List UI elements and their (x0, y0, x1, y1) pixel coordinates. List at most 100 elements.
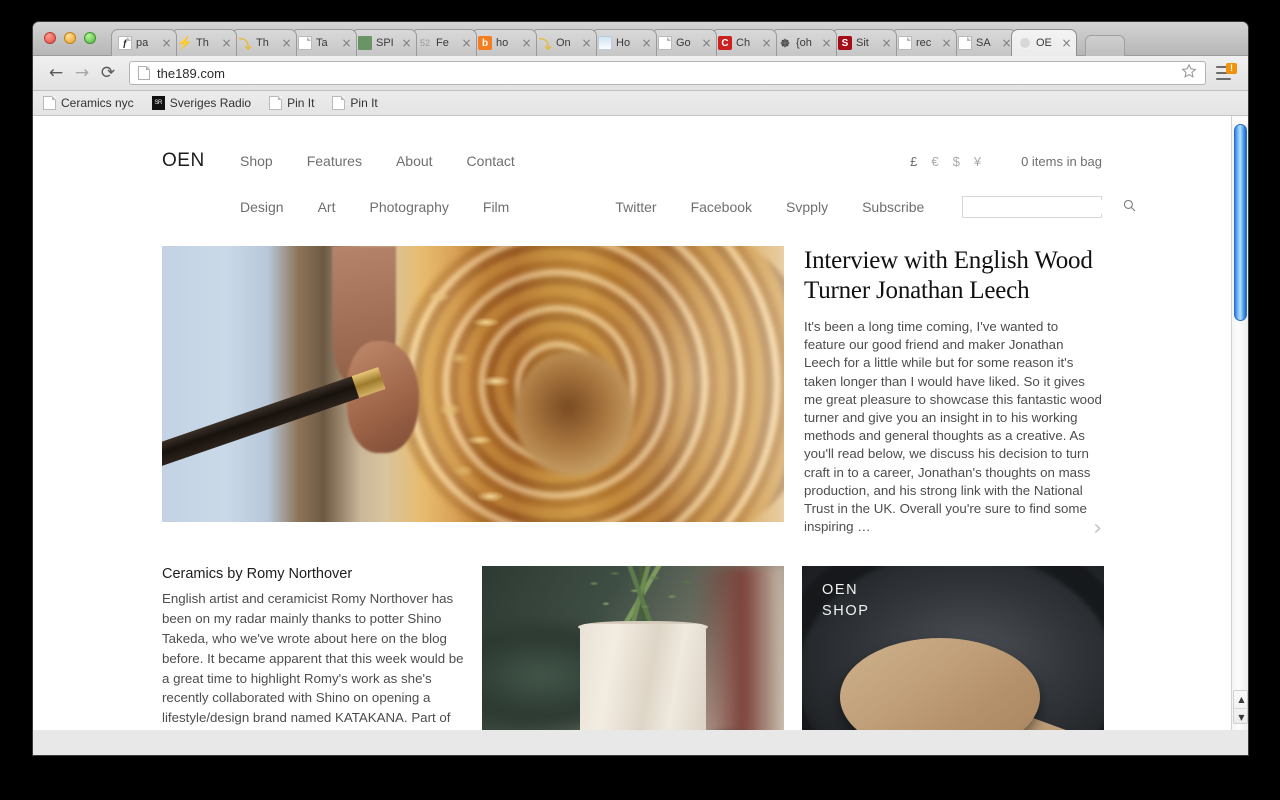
browser-tab[interactable]: SPI × (351, 29, 417, 56)
category-item-art[interactable]: Art (318, 199, 336, 215)
tab-close-icon[interactable]: × (461, 36, 472, 50)
scroll-up-arrow-icon[interactable]: ▲ (1234, 691, 1248, 708)
search-box[interactable] (962, 196, 1136, 218)
browser-tab[interactable]: Go × (651, 29, 717, 56)
browser-tab[interactable]: Ta × (291, 29, 357, 56)
tab-title: Ho (616, 37, 631, 49)
zoom-window-button[interactable] (84, 32, 96, 44)
back-button[interactable]: ← (43, 60, 69, 86)
article-card-vase-image[interactable] (482, 566, 784, 730)
page-scrollbar[interactable]: ▲ ▼ (1231, 116, 1248, 730)
tab-title: ho (496, 37, 509, 49)
browser-tab[interactable]: S Sit × (831, 29, 897, 56)
tab-close-icon[interactable]: × (701, 36, 712, 50)
document-icon (958, 36, 972, 50)
bookmark-item[interactable]: Pin It (332, 96, 378, 110)
nav-item-shop[interactable]: Shop (240, 153, 273, 169)
currency-option[interactable]: € (931, 154, 938, 169)
featured-article-image[interactable] (162, 246, 784, 522)
chrome-menu-button[interactable]: ! (1212, 60, 1238, 86)
document-icon (658, 36, 672, 50)
site-content: OEN Shop Features About Contact £ € $ ¥ 0 item… (162, 116, 1136, 730)
category-item-film[interactable]: Film (483, 199, 509, 215)
social-item-subscribe[interactable]: Subscribe (862, 199, 924, 215)
new-tab-button[interactable] (1085, 35, 1125, 56)
browser-tab[interactable]: SA × (951, 29, 1017, 56)
browser-tab[interactable]: rec × (891, 29, 957, 56)
social-item-twitter[interactable]: Twitter (615, 199, 656, 215)
nav-item-features[interactable]: Features (307, 153, 362, 169)
browser-tab[interactable]: ⤵ On × (531, 29, 597, 56)
reload-button[interactable]: ⟳ (95, 60, 121, 86)
wood-shavings (412, 266, 547, 522)
currency-option[interactable]: ¥ (974, 154, 981, 169)
bookmark-label: Ceramics nyc (61, 96, 134, 110)
browser-tab[interactable]: C Ch × (711, 29, 777, 56)
bookmark-label: Sveriges Radio (169, 96, 252, 110)
bookmark-star-icon[interactable] (1181, 62, 1197, 84)
tab-close-icon[interactable]: × (281, 36, 292, 50)
tab-close-icon[interactable]: × (761, 36, 772, 50)
article-excerpt: English artist and ceramicist Romy North… (162, 591, 464, 726)
tab-close-icon[interactable]: × (401, 36, 412, 50)
tab-close-icon[interactable]: × (941, 36, 952, 50)
scrollbar-thumb[interactable] (1234, 124, 1247, 321)
bookmark-item[interactable]: SR Sveriges Radio (151, 96, 252, 110)
browser-tab[interactable]: ƒ pa × (111, 29, 177, 56)
browser-tab[interactable]: 52 Fe × (411, 29, 477, 56)
browser-tab[interactable]: ⤵ Th × (231, 29, 297, 56)
tab-close-icon[interactable]: × (161, 36, 172, 50)
read-more-arrow-icon[interactable]: › (1093, 518, 1102, 540)
minimize-window-button[interactable] (64, 32, 76, 44)
browser-tab[interactable]: ☸ {oh × (771, 29, 837, 56)
address-bar[interactable]: the189.com (129, 61, 1206, 85)
tab-title: Th (256, 37, 269, 49)
search-icon[interactable] (1123, 199, 1136, 215)
scroll-down-arrow-icon[interactable]: ▼ (1234, 708, 1248, 725)
tab-title: On (556, 37, 571, 49)
tab-close-icon[interactable]: × (1061, 36, 1072, 50)
currency-option[interactable]: $ (953, 154, 960, 169)
header-utilities: £ € $ ¥ 0 items in bag (910, 154, 1102, 169)
category-item-design[interactable]: Design (240, 199, 284, 215)
nav-item-about[interactable]: About (396, 153, 433, 169)
article-title[interactable]: Ceramics by Romy Northover (162, 566, 464, 582)
cart-status[interactable]: 0 items in bag (1021, 154, 1102, 169)
scrollbar-track-top[interactable] (1232, 116, 1248, 124)
tab-close-icon[interactable]: × (581, 36, 592, 50)
tab-close-icon[interactable]: × (521, 36, 532, 50)
oen-shop-promo[interactable]: OEN SHOP (802, 566, 1104, 730)
currency-option[interactable]: £ (910, 154, 917, 169)
c-red-icon: C (718, 36, 732, 50)
category-item-photography[interactable]: Photography (369, 199, 448, 215)
browser-tab-active[interactable]: OE × (1011, 29, 1077, 56)
tab-close-icon[interactable]: × (641, 36, 652, 50)
browser-tab[interactable]: b ho × (471, 29, 537, 56)
tab-close-icon[interactable]: × (821, 36, 832, 50)
site-logo[interactable]: OEN (162, 150, 240, 172)
tab-close-icon[interactable]: × (881, 36, 892, 50)
document-icon (898, 36, 912, 50)
search-input[interactable] (968, 200, 1123, 214)
close-window-button[interactable] (44, 32, 56, 44)
desktop-screen: ƒ pa × ⚡ Th × ⤵ Th × Ta × SPI × 52 Fe × b ho × ⤵ On × Ho × Go × C C… (0, 0, 1280, 800)
category-nav: Design Art Photography Film (240, 199, 543, 215)
forward-button[interactable]: → (69, 60, 95, 86)
tabs-container: ƒ pa × ⚡ Th × ⤵ Th × Ta × SPI × 52 Fe × b ho × ⤵ On × Ho × Go × C C… (111, 29, 1125, 56)
social-item-facebook[interactable]: Facebook (691, 199, 752, 215)
bookmark-item[interactable]: Pin It (269, 96, 314, 110)
social-item-svpply[interactable]: Svpply (786, 199, 828, 215)
tab-close-icon[interactable]: × (341, 36, 352, 50)
bookmark-item[interactable]: Ceramics nyc (43, 96, 134, 110)
white-ceramic-vase (580, 624, 706, 730)
browser-tab[interactable]: Ho × (591, 29, 657, 56)
currency-switcher: £ € $ ¥ (910, 154, 981, 169)
nav-item-contact[interactable]: Contact (467, 153, 515, 169)
browser-tab[interactable]: ⚡ Th × (171, 29, 237, 56)
bookmarks-bar: Ceramics nyc SR Sveriges Radio Pin It Pin It (33, 91, 1248, 116)
featured-article-excerpt: It's been a long time coming, I've wante… (804, 319, 1102, 535)
tab-title: pa (136, 37, 149, 49)
tab-close-icon[interactable]: × (221, 36, 232, 50)
featured-article-title[interactable]: Interview with English Wood Turner Jonat… (804, 246, 1102, 306)
web-page: OEN Shop Features About Contact £ € $ ¥ 0 item… (33, 116, 1231, 730)
